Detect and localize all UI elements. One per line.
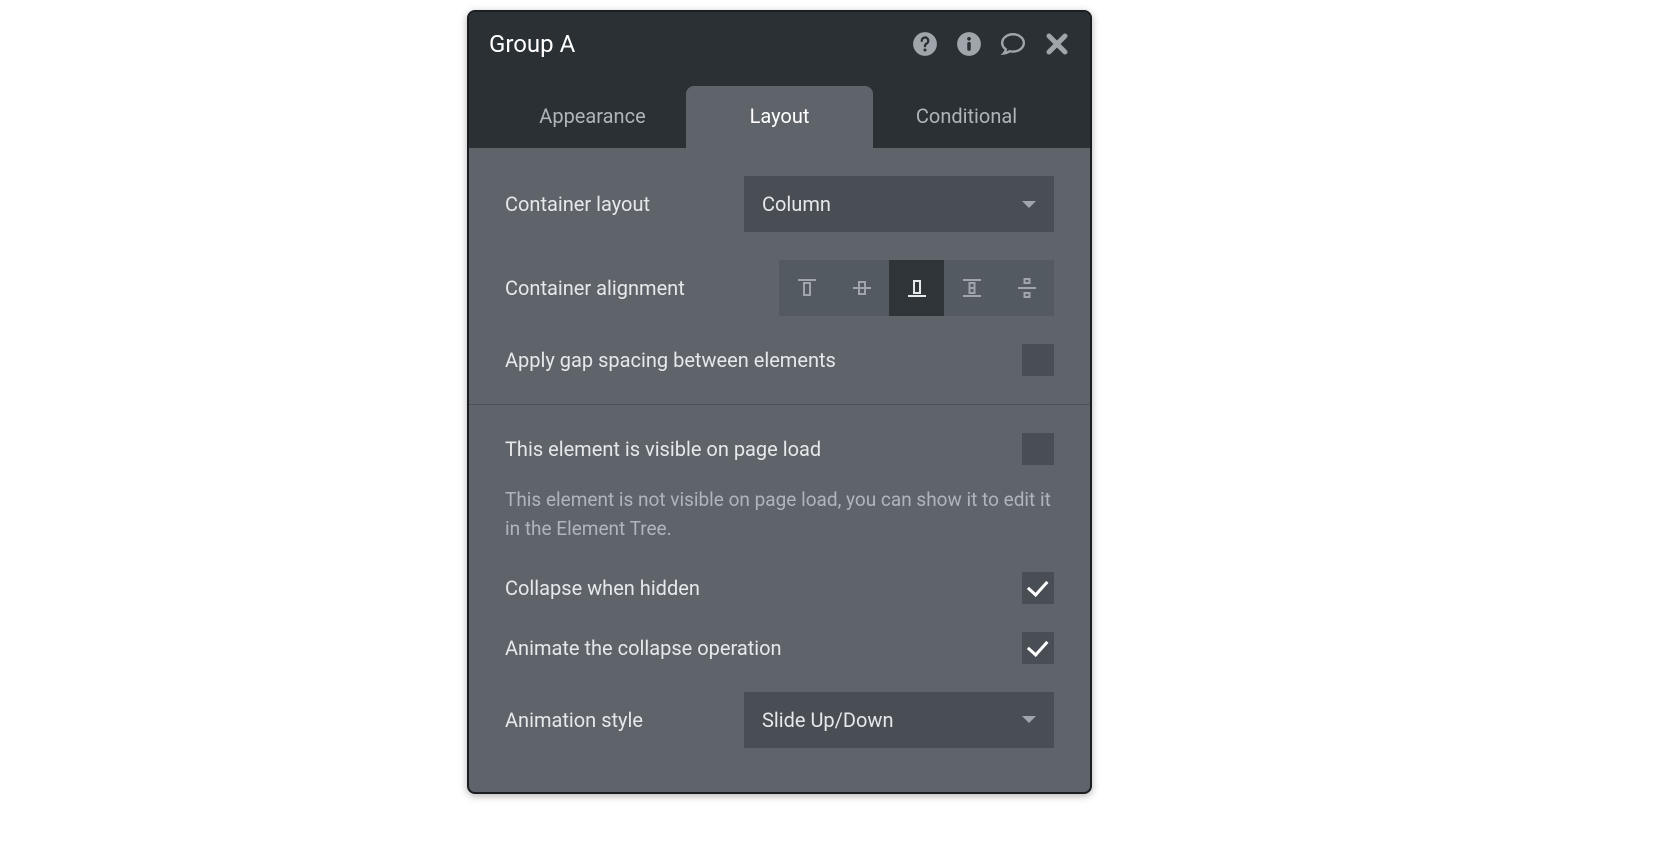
chevron-down-icon xyxy=(1022,201,1036,208)
help-icon[interactable] xyxy=(912,31,938,57)
info-icon[interactable] xyxy=(956,31,982,57)
tab-bar: Appearance Layout Conditional xyxy=(469,74,1090,148)
label-visible-on-load: This element is visible on page load xyxy=(505,437,821,461)
panel-title: Group A xyxy=(489,30,575,58)
align-middle-icon[interactable] xyxy=(834,260,889,316)
checkbox-visible-on-load[interactable] xyxy=(1022,433,1054,465)
select-animation-style[interactable]: Slide Up/Down xyxy=(744,692,1054,748)
align-space-between-icon[interactable] xyxy=(944,260,999,316)
label-animation-style: Animation style xyxy=(505,708,643,732)
row-animate-collapse: Animate the collapse operation xyxy=(505,632,1054,664)
close-icon[interactable] xyxy=(1044,31,1070,57)
select-container-layout-value: Column xyxy=(762,192,831,216)
tab-layout[interactable]: Layout xyxy=(686,86,873,148)
row-visible-on-load: This element is visible on page load xyxy=(505,433,1054,465)
align-top-icon[interactable] xyxy=(779,260,834,316)
comment-icon[interactable] xyxy=(1000,31,1026,57)
tab-appearance[interactable]: Appearance xyxy=(499,86,686,148)
row-gap-spacing: Apply gap spacing between elements xyxy=(505,344,1054,376)
panel-header: Group A xyxy=(469,12,1090,74)
chevron-down-icon xyxy=(1022,716,1036,723)
header-icon-group xyxy=(912,31,1070,57)
section-container-layout: Container layout Column Container alignm… xyxy=(469,148,1090,405)
row-animation-style: Animation style Slide Up/Down xyxy=(505,692,1054,748)
label-container-alignment: Container alignment xyxy=(505,276,685,300)
label-collapse-when-hidden: Collapse when hidden xyxy=(505,576,700,600)
visibility-help-text: This element is not visible on page load… xyxy=(505,485,1054,544)
label-container-layout: Container layout xyxy=(505,192,650,216)
checkbox-animate-collapse[interactable] xyxy=(1022,632,1054,664)
checkbox-collapse-when-hidden[interactable] xyxy=(1022,572,1054,604)
tab-conditional[interactable]: Conditional xyxy=(873,86,1060,148)
align-bottom-icon[interactable] xyxy=(889,260,944,316)
section-visibility: This element is visible on page load Thi… xyxy=(469,405,1090,792)
alignment-button-group xyxy=(779,260,1054,316)
checkbox-gap-spacing[interactable] xyxy=(1022,344,1054,376)
row-collapse-when-hidden: Collapse when hidden xyxy=(505,572,1054,604)
property-editor-panel: Group A Appearance Layout Conditional Co… xyxy=(467,10,1092,794)
align-space-around-icon[interactable] xyxy=(999,260,1054,316)
label-gap-spacing: Apply gap spacing between elements xyxy=(505,348,836,372)
select-container-layout[interactable]: Column xyxy=(744,176,1054,232)
row-container-alignment: Container alignment xyxy=(505,260,1054,316)
select-animation-style-value: Slide Up/Down xyxy=(762,708,894,732)
row-container-layout: Container layout Column xyxy=(505,176,1054,232)
label-animate-collapse: Animate the collapse operation xyxy=(505,636,782,660)
